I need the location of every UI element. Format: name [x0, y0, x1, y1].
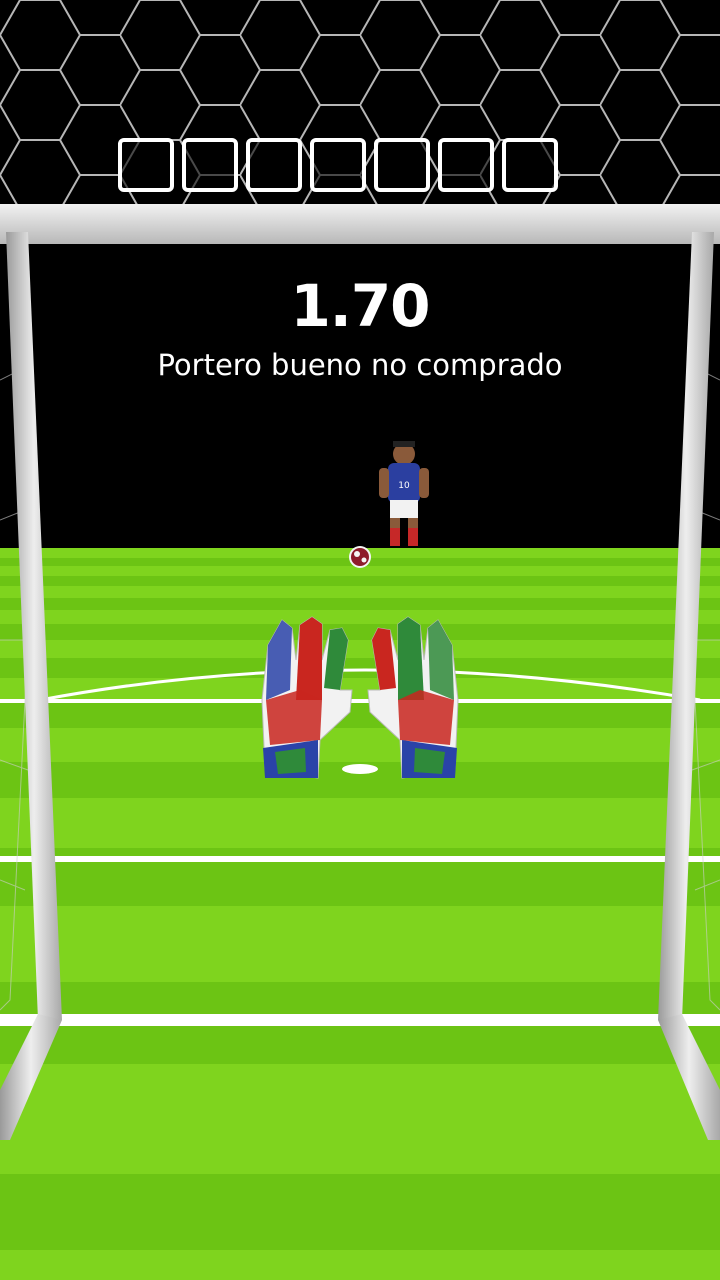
- soccer-ball-icon: [349, 546, 371, 568]
- shot-slot: [310, 138, 366, 192]
- shot-slot: [118, 138, 174, 192]
- shot-slot: [502, 138, 558, 192]
- shot-slot: [182, 138, 238, 192]
- shot-slot: [374, 138, 430, 192]
- pitch: [0, 548, 720, 1280]
- status-caption: Portero bueno no comprado: [157, 348, 563, 382]
- shot-slot: [438, 138, 494, 192]
- svg-text:10: 10: [398, 481, 410, 491]
- crossbar: [0, 204, 720, 244]
- shot-slot: [246, 138, 302, 192]
- shot-tracker: [118, 138, 558, 198]
- score-multiplier: 1.70: [290, 272, 430, 340]
